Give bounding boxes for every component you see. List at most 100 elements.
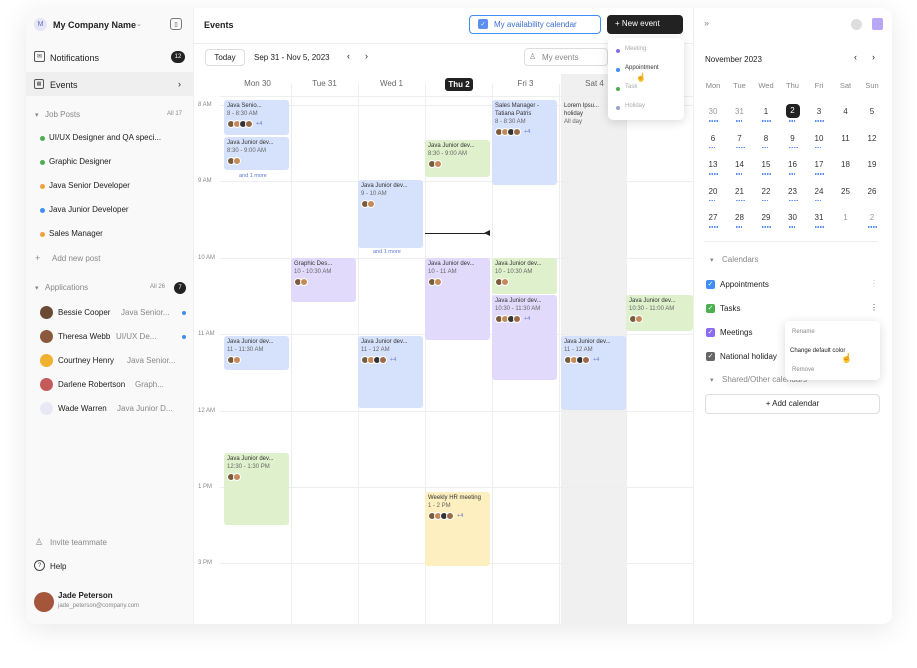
mini-calendar-day[interactable]: 30 <box>703 107 723 116</box>
change-color-menu-item[interactable]: Change default color <box>790 348 845 354</box>
today-button[interactable]: Today <box>205 49 245 66</box>
mini-calendar-day[interactable]: 20 <box>703 187 723 196</box>
event-type-option[interactable]: Holiday <box>625 103 645 109</box>
help-link[interactable]: Help <box>50 562 66 571</box>
sidebar-job-post-item[interactable]: Java Senior Developer <box>49 181 189 190</box>
calendar-event[interactable]: Java Junior dev... 10 - 10:30 AM <box>492 258 557 294</box>
caret-down-icon[interactable]: ▾ <box>35 111 39 119</box>
collapse-panel-icon[interactable]: » <box>704 18 709 28</box>
mini-calendar-day[interactable]: 19 <box>862 160 882 169</box>
calendar-event[interactable]: Sales Manager - Tatiana Patris 8 - 8:30 A… <box>492 100 557 185</box>
mini-calendar-day[interactable]: 6 <box>703 134 723 143</box>
applicant-name[interactable]: Darlene Robertson <box>58 380 125 389</box>
mini-calendar-day[interactable]: 11 <box>836 134 856 143</box>
new-event-button[interactable]: + New event <box>607 15 683 34</box>
mini-calendar-day[interactable]: 31 <box>730 107 750 116</box>
calendar-event[interactable]: Java Junior dev... 8:30 - 9:00 AM <box>224 137 289 170</box>
mini-calendar-day[interactable]: 15 <box>756 160 776 169</box>
add-new-post-button[interactable]: Add new post <box>52 254 100 263</box>
mini-calendar-day[interactable]: 17 <box>809 160 829 169</box>
calendar-event[interactable]: Java Junior dev... 9 - 10 AM <box>358 180 423 248</box>
mini-calendar-day[interactable]: 1 <box>756 107 776 116</box>
day-header[interactable]: Wed 1 <box>358 79 425 88</box>
plus-icon[interactable]: + <box>35 253 40 263</box>
mini-calendar-day[interactable]: 8 <box>756 134 776 143</box>
mini-calendar-day[interactable]: 12 <box>862 134 882 143</box>
applicant-name[interactable]: Wade Warren <box>58 404 107 413</box>
collapse-sidebar-icon[interactable]: ▯ <box>170 18 182 30</box>
calendar-app-icon[interactable] <box>872 18 883 30</box>
more-events-link[interactable]: and 1 more <box>373 249 401 255</box>
mini-calendar-day[interactable]: 31 <box>809 213 829 222</box>
rename-menu-item[interactable]: Rename <box>792 329 815 335</box>
add-calendar-button[interactable]: + Add calendar <box>705 394 880 414</box>
calendar-event[interactable]: Java Junior dev... 11 - 12 AM +4 <box>561 336 626 410</box>
day-header[interactable]: Thu 2 <box>445 78 473 91</box>
mini-calendar-day[interactable]: 3 <box>809 107 829 116</box>
company-name[interactable]: My Company Name <box>53 20 136 30</box>
applications-label[interactable]: Applications <box>45 283 88 292</box>
calendars-label[interactable]: Calendars <box>722 255 758 264</box>
applicant-name[interactable]: Courtney Henry <box>58 356 114 365</box>
calendar-checkbox[interactable]: ✓ <box>706 280 715 289</box>
more-options-icon[interactable]: ⋮ <box>870 279 878 288</box>
day-header[interactable]: Tue 31 <box>291 79 358 88</box>
event-type-option[interactable]: Task <box>625 84 637 90</box>
mini-calendar-day[interactable]: 24 <box>809 187 829 196</box>
calendar-event[interactable]: Java Junior dev... 12:30 - 1:30 PM <box>224 453 289 525</box>
calendar-event[interactable]: Java Senio... 8 - 8:30 AM +4 <box>224 100 289 135</box>
calendar-checkbox[interactable]: ✓ <box>706 352 715 361</box>
prev-week-icon[interactable]: ‹ <box>347 51 350 61</box>
applicant-name[interactable]: Bessie Cooper <box>58 308 110 317</box>
calendar-event[interactable]: Java Junior dev... 8:30 - 9:00 AM <box>425 140 490 177</box>
notifications-label[interactable]: Notifications <box>50 53 99 63</box>
mini-calendar-day[interactable]: 30 <box>783 213 803 222</box>
mini-calendar-day[interactable]: 26 <box>862 187 882 196</box>
sidebar-job-post-item[interactable]: Graphic Designer <box>49 157 189 166</box>
mini-calendar-day[interactable]: 18 <box>836 160 856 169</box>
prev-month-icon[interactable]: ‹ <box>854 52 857 62</box>
mini-calendar-day[interactable]: 16 <box>783 160 803 169</box>
caret-down-icon[interactable]: ▾ <box>710 256 714 264</box>
mini-calendar-day[interactable]: 23 <box>783 187 803 196</box>
next-week-icon[interactable]: › <box>365 51 368 61</box>
clock-icon[interactable] <box>851 19 862 30</box>
mini-calendar-day[interactable]: 22 <box>756 187 776 196</box>
chevron-down-icon[interactable]: ⌄ <box>136 20 142 28</box>
applicant-name[interactable]: Theresa Webb <box>58 332 110 341</box>
mini-calendar-day[interactable]: 21 <box>730 187 750 196</box>
calendar-event[interactable]: Java Junior dev... 10:30 - 11:30 AM +4 <box>492 295 557 380</box>
calendar-event[interactable]: Graphic Des... 10 - 10:30 AM <box>291 258 356 302</box>
day-header[interactable]: Fri 3 <box>492 79 559 88</box>
mini-calendar-day[interactable]: 9 <box>783 134 803 143</box>
user-avatar[interactable] <box>34 592 54 612</box>
mini-calendar-day[interactable]: 2 <box>785 104 800 118</box>
calendar-event[interactable]: Java Junior dev... 11 - 11:30 AM <box>224 336 289 370</box>
calendar-event[interactable]: Java Junior dev... 11 - 12 AM +4 <box>358 336 423 408</box>
calendar-event[interactable]: Java Junior dev... 10:30 - 11:00 AM <box>626 295 693 331</box>
sidebar-job-post-item[interactable]: Sales Manager <box>49 229 189 238</box>
availability-calendar-button[interactable]: My availability calendar <box>469 15 601 34</box>
sidebar-job-post-item[interactable]: Java Junior Developer <box>49 205 189 214</box>
calendar-event[interactable]: Weekly HR meeting 1 - 2 PM +4 <box>425 492 490 566</box>
remove-menu-item[interactable]: Remove <box>792 367 814 373</box>
sidebar-job-post-item[interactable]: UI/UX Designer and QA speci... <box>49 133 189 142</box>
event-type-option[interactable]: Meeting <box>625 46 646 52</box>
caret-down-icon[interactable]: ▾ <box>710 376 714 384</box>
mini-calendar-day[interactable]: 10 <box>809 134 829 143</box>
mini-calendar-day[interactable]: 29 <box>756 213 776 222</box>
mini-calendar-day[interactable]: 25 <box>836 187 856 196</box>
mini-calendar-day[interactable]: 27 <box>703 213 723 222</box>
calendar-checkbox[interactable]: ✓ <box>706 304 715 313</box>
job-posts-label[interactable]: Job Posts <box>45 110 80 119</box>
calendar-checkbox[interactable]: ✓ <box>706 328 715 337</box>
more-events-link[interactable]: and 1 more <box>239 173 267 179</box>
invite-teammate-button[interactable]: Invite teammate <box>50 538 107 547</box>
next-month-icon[interactable]: › <box>872 52 875 62</box>
event-type-option[interactable]: Appointment <box>625 65 659 71</box>
mini-calendar-day[interactable]: 28 <box>730 213 750 222</box>
mini-calendar-day[interactable]: 4 <box>836 107 856 116</box>
mini-calendar-day[interactable]: 7 <box>730 134 750 143</box>
caret-down-icon[interactable]: ▾ <box>35 284 39 292</box>
mini-calendar-day[interactable]: 1 <box>836 213 856 222</box>
